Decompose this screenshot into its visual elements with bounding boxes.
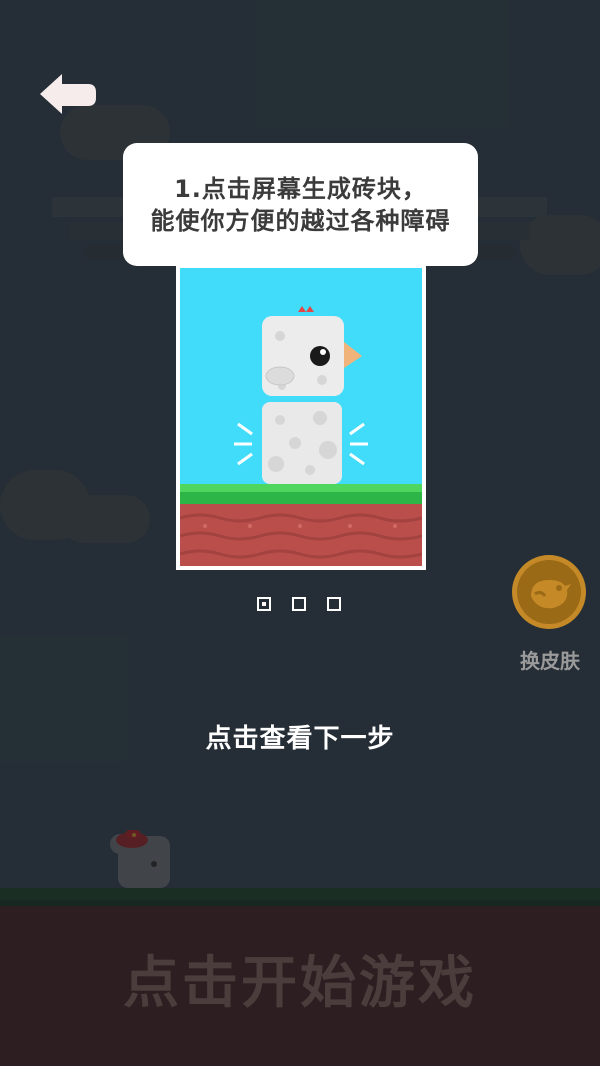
tip-text-line1: 1.点击屏幕生成砖块， (174, 175, 427, 203)
tip-text-line2: 能使你方便的越过各种障碍 (150, 207, 451, 235)
change-skin-label[interactable]: 换皮肤 (500, 645, 600, 674)
back-arrow-icon (40, 74, 96, 114)
tip-bubble: 1.点击屏幕生成砖块， 能使你方便的越过各种障碍 (123, 143, 478, 266)
page-dot-2[interactable] (292, 597, 306, 611)
skin-button-face (517, 560, 581, 624)
next-step-prompt[interactable]: 点击查看下一步 (0, 718, 600, 755)
tutorial-scene (180, 268, 422, 566)
start-game-prompt[interactable]: 点击开始游戏 (0, 938, 600, 1019)
page-dot-1[interactable] (257, 597, 271, 611)
page-dot-3[interactable] (327, 597, 341, 611)
bird-icon (531, 580, 571, 609)
back-button[interactable] (38, 70, 98, 118)
tutorial-illustration (180, 268, 422, 566)
